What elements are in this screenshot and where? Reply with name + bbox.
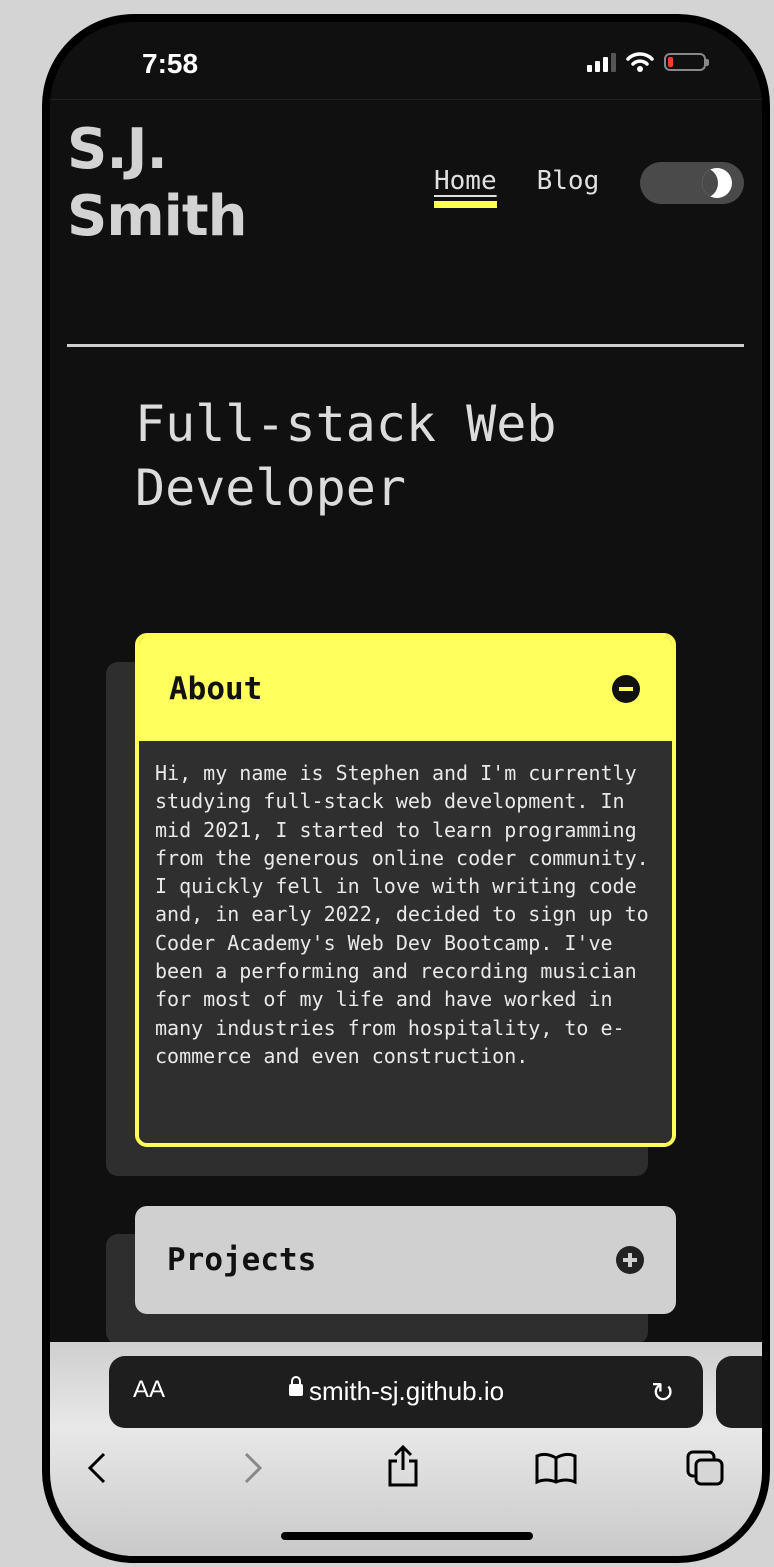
bookmarks-icon[interactable] [534,1450,578,1486]
nav-blog-link[interactable]: Blog [537,166,600,196]
wifi-icon [626,52,654,72]
projects-title: Projects [167,1242,317,1278]
browser-chrome: AA smith-sj.github.io ↻ [50,1342,762,1556]
logo-line-1: S.J. [67,117,168,182]
battery-icon [664,53,709,71]
hero-title: Full-stack Web Developer [135,395,557,517]
site-header: S.J. Smith Home Blog [50,100,762,347]
about-text: Hi, my name is Stephen and I'm currently… [139,741,672,1143]
main-nav: Home Blog [434,166,600,208]
moon-icon [702,168,732,198]
back-icon[interactable] [86,1450,108,1486]
reload-icon[interactable]: ↻ [651,1376,674,1409]
about-title: About [169,671,263,707]
logo-line-2: Smith [67,184,248,249]
status-time: 7:58 [142,48,199,79]
projects-card[interactable]: Projects [135,1206,676,1314]
url-text[interactable]: smith-sj.github.io [309,1376,504,1407]
theme-toggle[interactable] [640,162,744,204]
forward-icon[interactable] [242,1450,264,1486]
share-icon[interactable] [386,1444,420,1488]
nav-home-link[interactable]: Home [434,166,497,208]
site-logo[interactable]: S.J. Smith [67,116,248,250]
plus-circle-icon[interactable] [616,1246,644,1274]
lock-icon [289,1376,303,1396]
minus-circle-icon[interactable] [612,675,640,703]
header-divider [67,344,744,347]
tabs-icon[interactable] [686,1450,726,1488]
status-bar: 7:58 [50,22,762,100]
next-tab-preview[interactable] [716,1356,762,1428]
browser-toolbar [50,1444,762,1510]
status-icons [587,52,709,72]
about-card: About Hi, my name is Stephen and I'm cur… [135,633,676,1147]
about-header[interactable]: About [139,637,672,741]
reader-options-button[interactable]: AA [133,1376,165,1404]
signal-icon [587,52,616,72]
address-bar[interactable]: AA smith-sj.github.io ↻ [109,1356,703,1428]
screen: 7:58 S.J. Smith Home Blog Full-stack Web… [50,22,762,1556]
home-indicator[interactable] [281,1532,533,1540]
